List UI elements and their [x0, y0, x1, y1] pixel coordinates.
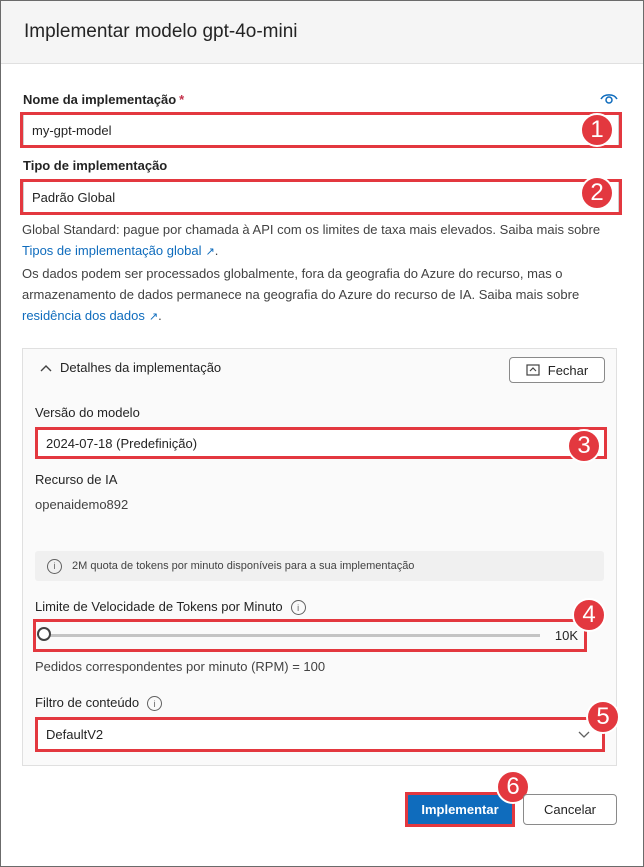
global-deployment-types-link[interactable]: Tipos de implementação global — [22, 243, 201, 258]
close-details-button[interactable]: Fechar — [509, 357, 605, 383]
content-filter-select[interactable]: DefaultV2 — [37, 719, 603, 750]
deployment-type-help: Global Standard: pague por chamada à API… — [22, 222, 601, 323]
content-filter-value: DefaultV2 — [46, 727, 104, 742]
ai-resource-label: Recurso de IA — [35, 472, 118, 487]
close-details-label: Fechar — [547, 362, 589, 378]
details-header: Detalhes da implementação — [60, 360, 222, 375]
chevron-down-icon — [578, 731, 590, 738]
content-filter-label: Filtro de conteúdo i — [35, 695, 163, 712]
rate-limit-label: Limite de Velocidade de Tokens por Minut… — [35, 599, 306, 616]
quota-info-text: 2M quota de tokens por minuto disponívei… — [72, 560, 415, 572]
deployment-name-label: Nome da implementação * — [23, 92, 185, 107]
deploy-button[interactable]: Implementar — [407, 794, 513, 825]
slider-track — [45, 634, 540, 637]
model-version-value: 2024-07-18 (Predefinição) — [46, 435, 198, 451]
eye-icon[interactable] — [600, 92, 618, 106]
model-version-label: Versão do modelo — [35, 405, 140, 420]
deployment-name-value: my-gpt-model — [32, 122, 112, 138]
deployment-name-input[interactable]: my-gpt-model — [23, 114, 619, 146]
details-collapse-toggle[interactable]: Detalhes da implementação — [40, 360, 221, 375]
annotation-badge-1: 1 — [580, 113, 614, 147]
model-version-select[interactable]: 2024-07-18 (Predefinição) — [37, 428, 605, 458]
chevron-up-icon — [40, 364, 52, 371]
rate-limit-slider[interactable]: 10K — [37, 620, 582, 650]
slider-thumb[interactable] — [37, 627, 51, 641]
dialog-title: Implementar modelo gpt-4o-mini — [24, 21, 298, 42]
annotation-badge-5: 5 — [586, 700, 620, 734]
external-link-icon: ↗ — [205, 246, 215, 258]
info-icon[interactable]: i — [290, 600, 306, 616]
deployment-type-value: Padrão Global — [32, 189, 116, 205]
rpm-text: Pedidos correspondentes por minuto (RPM)… — [35, 659, 326, 674]
dialog-header: Implementar modelo gpt-4o-mini — [1, 1, 643, 64]
ai-resource-value: openaidemo892 — [35, 497, 129, 512]
collapse-panel-icon — [526, 364, 540, 376]
deployment-type-select[interactable]: Padrão Global — [23, 181, 619, 213]
external-link-icon: ↗ — [148, 311, 159, 323]
info-icon[interactable]: i — [147, 696, 163, 712]
annotation-badge-4: 4 — [572, 598, 606, 632]
cancel-button[interactable]: Cancelar — [523, 794, 617, 825]
annotation-badge-2: 2 — [580, 176, 614, 210]
data-residency-link[interactable]: residência dos dados — [22, 308, 145, 323]
quota-info-bar: i 2M quota de tokens por minuto disponív… — [35, 551, 604, 581]
deployment-type-label: Tipo de implementação — [23, 158, 168, 173]
rate-limit-value: 10K — [554, 628, 578, 643]
required-marker: * — [179, 92, 185, 107]
info-icon: i — [47, 558, 62, 574]
annotation-badge-3: 3 — [567, 429, 601, 463]
